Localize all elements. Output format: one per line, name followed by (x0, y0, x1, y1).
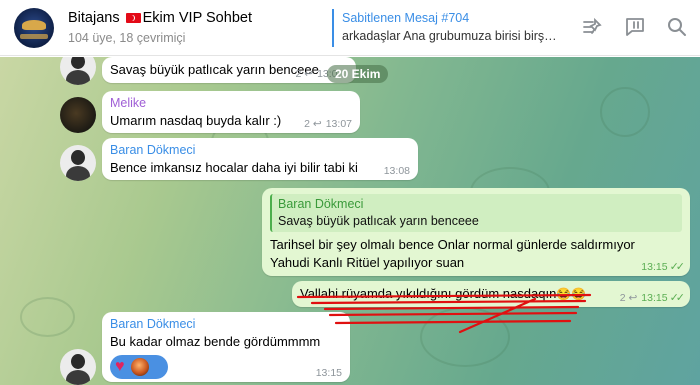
date-pill: 20 Ekim (327, 65, 389, 83)
sender-name[interactable]: Baran Dökmeci (110, 316, 342, 333)
group-avatar[interactable] (14, 8, 54, 48)
message-bubble[interactable]: Baran Dökmeci Bu kadar olmaz bende gördü… (102, 312, 350, 382)
sender-name[interactable]: Melike (110, 95, 352, 112)
reaction-pill[interactable]: ♥ (110, 355, 168, 379)
message-text-body: Vallahi rüyamda yıkıldığını gördüm nasda… (300, 286, 557, 301)
message-bubble[interactable]: Savaş büyük patlıcak yarın benceee 2 ↩13… (102, 57, 356, 83)
message-meta: 13:08 (384, 165, 410, 177)
chat-header: Bitajans Ekim VIP Sohbet 104 üye, 18 çev… (0, 0, 700, 56)
pinned-message-text: arkadaşlar Ana grubumuza birisi birş… (342, 29, 557, 43)
message-time: 13:08 (383, 165, 410, 177)
quote-sender: Baran Dökmeci (278, 197, 364, 211)
message-text: Bu kadar olmaz bende gördümmmm (110, 334, 321, 349)
reply-count[interactable]: 2 ↩ (295, 68, 313, 80)
message-bubble[interactable]: Melike Umarım nasdaq buyda kalır :) 2 ↩ 1… (102, 91, 360, 133)
message-meta: 13:15 (316, 367, 342, 379)
message-bubble[interactable]: Baran Dökmeci Bence imkansız hocalar dah… (102, 138, 418, 180)
reply-count[interactable]: 2 ↩ (620, 292, 638, 304)
group-title[interactable]: Bitajans Ekim VIP Sohbet (68, 10, 252, 26)
quote-text: Savaş büyük patlıcak yarın benceee (278, 214, 479, 228)
search-icon[interactable] (665, 15, 689, 39)
avatar[interactable] (60, 57, 96, 85)
member-count: 104 üye, 18 çevrimiçi (68, 31, 186, 45)
message-meta: 13:15 ✓✓ (641, 260, 686, 273)
outgoing-message-bubble[interactable]: Vallahi rüyamda yıkıldığını gördüm nasda… (292, 281, 690, 307)
pinned-message-title: Sabitlenen Mesaj #704 (342, 11, 470, 25)
message-time: 13:15 (315, 367, 342, 379)
reply-icon: ↩ (628, 292, 638, 304)
pin-list-icon[interactable] (580, 15, 604, 39)
message-text: Bence imkansız hocalar daha iyi bilir ta… (110, 160, 358, 175)
reactor-avatar (130, 358, 149, 376)
reply-icon: ↩ (312, 118, 322, 130)
reply-icon: ↩ (304, 68, 314, 80)
message-time: 13:07 (325, 118, 352, 130)
sender-name[interactable]: Baran Dökmeci (110, 142, 410, 159)
group-title-suffix: Ekim VIP Sohbet (142, 10, 252, 26)
reply-count-value: 2 (619, 292, 626, 304)
reply-quote[interactable]: Baran Dökmeci Savaş büyük patlıcak yarın… (270, 194, 682, 232)
message-icon[interactable] (623, 15, 647, 39)
turkey-flag-icon (125, 13, 141, 23)
chat-area[interactable]: Savaş büyük patlıcak yarın benceee 2 ↩13… (0, 57, 700, 385)
wallpaper-doodle (600, 87, 650, 137)
outgoing-message-bubble[interactable]: Baran Dökmeci Savaş büyük patlıcak yarın… (262, 188, 690, 276)
reactions: ♥ (110, 355, 342, 379)
heart-icon: ♥ (115, 358, 125, 375)
avatar[interactable] (60, 349, 96, 385)
reply-count-value: 2 (295, 68, 302, 80)
avatar[interactable] (60, 97, 96, 133)
laughing-emoji-icon: 😂😂 (556, 287, 587, 301)
pinned-message[interactable]: Sabitlenen Mesaj #704 arkadaşlar Ana gru… (332, 9, 557, 47)
wallpaper-doodle (420, 307, 510, 367)
message-text-line-2: Yahudi Kanlı Ritüel yapılıyor suan (270, 255, 465, 270)
message-time: 13:15 (641, 261, 668, 273)
reply-count-value: 2 (304, 118, 310, 130)
message-meta: 2 ↩ 13:15 ✓✓ (620, 291, 686, 304)
avatar[interactable] (60, 145, 96, 181)
group-title-prefix: Bitajans (68, 10, 120, 26)
read-ticks-icon: ✓✓ (669, 261, 686, 273)
message-text-line-1: Tarihsel bir şey olmalı bence Onlar norm… (270, 237, 635, 252)
wallpaper-doodle (20, 297, 75, 337)
message-meta: 2 ↩ 13:07 (304, 118, 352, 130)
read-ticks-icon: ✓✓ (669, 292, 686, 304)
reply-count[interactable]: 2 ↩ (304, 118, 322, 130)
message-time: 13:15 (641, 292, 668, 304)
